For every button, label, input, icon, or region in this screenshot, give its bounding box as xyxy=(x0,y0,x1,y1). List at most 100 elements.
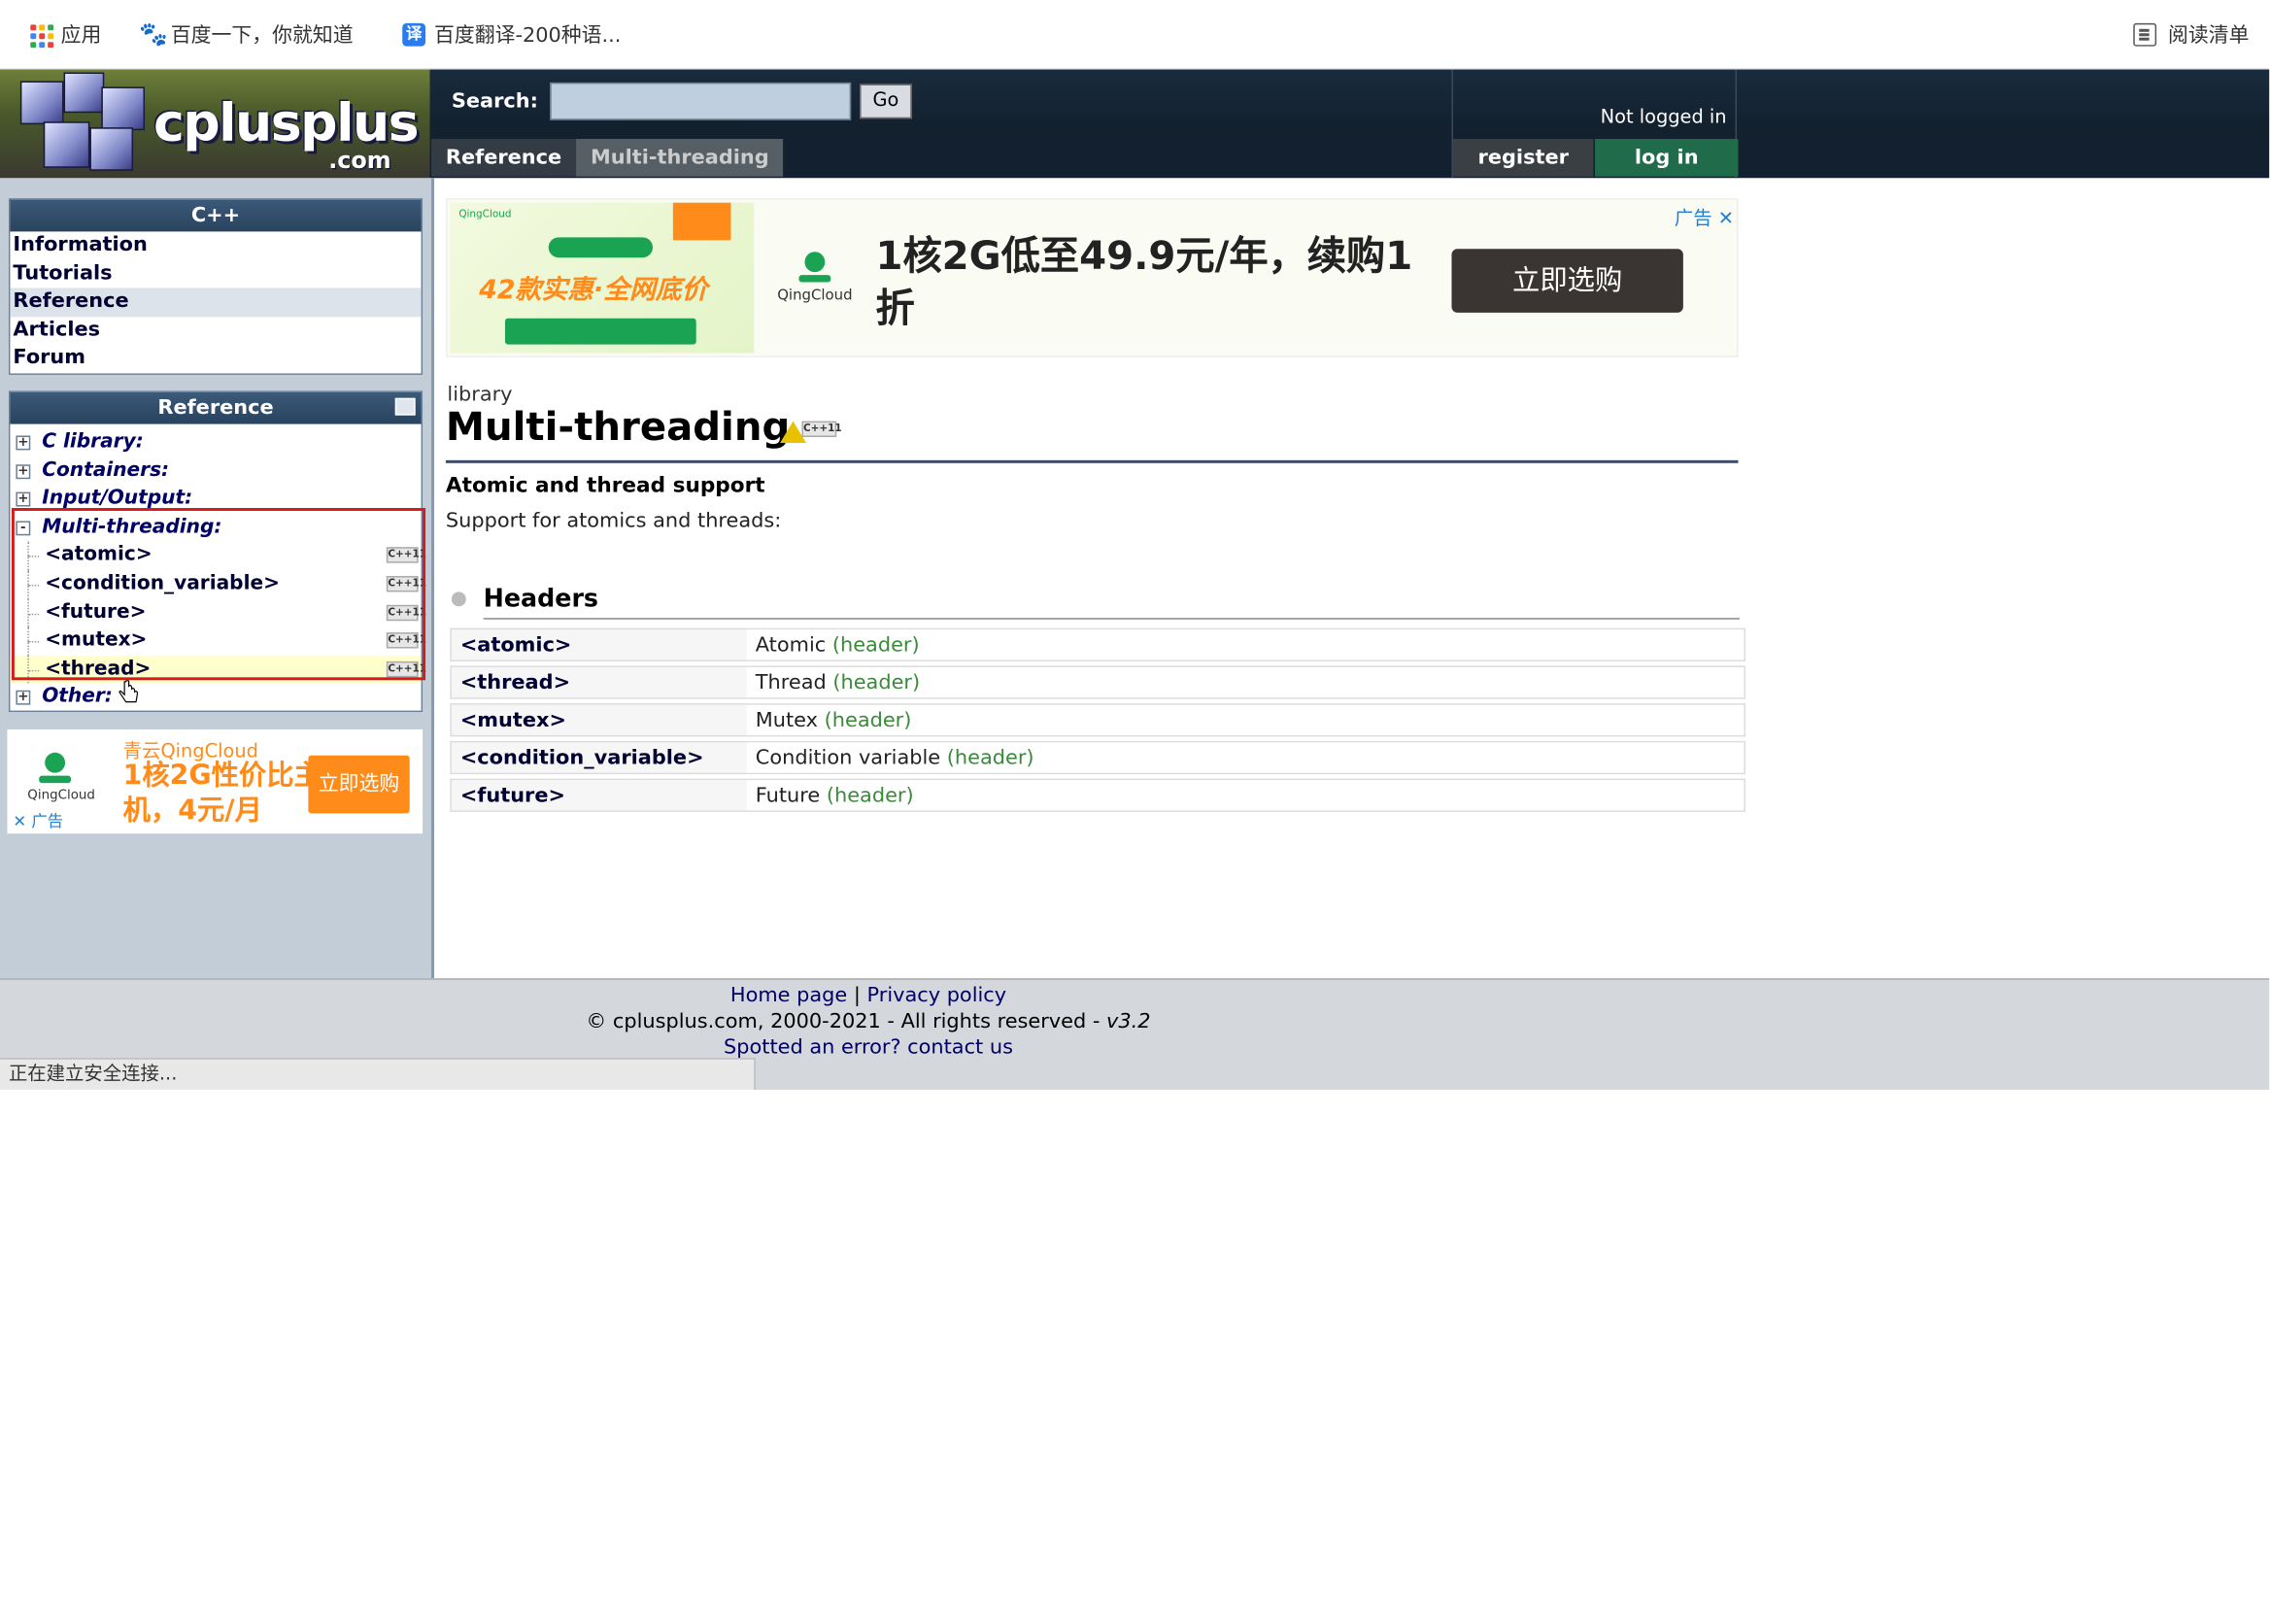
sidebar-ad[interactable]: QingCloud 青云QingCloud 1核2G性价比主机，4元/月 立即选… xyxy=(7,728,424,834)
header-description: Condition variable (header) xyxy=(746,740,1745,775)
header-kind: (header) xyxy=(824,708,912,732)
title-divider xyxy=(445,459,1739,463)
login-button[interactable]: log in xyxy=(1594,139,1739,177)
baidu-translate-icon: 译 xyxy=(402,22,426,47)
header-link[interactable]: <future> xyxy=(450,778,747,812)
bookmark-baidu-translate[interactable]: 译 百度翻译-200种语... xyxy=(402,20,621,50)
tree-group-label: Other: xyxy=(42,685,113,709)
tree-group-c-library[interactable]: + C library: xyxy=(10,428,421,457)
sidebar-item-tutorials[interactable]: Tutorials xyxy=(10,260,421,288)
reference-nav-title-text: Reference xyxy=(157,396,274,421)
qingcloud-logo: QingCloud xyxy=(27,752,95,811)
header-description: Thread (header) xyxy=(746,665,1745,699)
tab-reference[interactable]: Reference xyxy=(431,139,577,177)
home-page-link[interactable]: Home page xyxy=(730,984,847,1007)
sidebar-item-articles[interactable]: Articles xyxy=(10,317,421,345)
book-icon[interactable] xyxy=(394,397,416,416)
tree-group-other[interactable]: + Other: xyxy=(10,684,421,712)
highlight-box xyxy=(11,507,426,681)
logo-cube-icon xyxy=(43,121,90,168)
top-ad-banner[interactable]: QingCloud 42款实惠·全网底价 QingCloud 1核2G低至49.… xyxy=(445,198,1739,358)
apps-grid-icon xyxy=(29,23,54,49)
ad-orange-block xyxy=(672,202,731,241)
bookmarks-bar: 应用 🐾 百度一下，你就知道 译 百度翻译-200种语... 阅读清单 xyxy=(0,0,2270,70)
register-button[interactable]: register xyxy=(1452,139,1594,177)
ad-buy-button[interactable]: 立即选购 xyxy=(1451,249,1683,313)
tab-multi-threading[interactable]: Multi-threading xyxy=(576,139,784,177)
copyright-text: © cplusplus.com, 2000-2021 - All rights … xyxy=(586,1010,1107,1033)
sidebar-item-forum[interactable]: Forum xyxy=(10,345,421,373)
bookmark-label: 应用 xyxy=(60,24,102,49)
qingcloud-logo: QingCloud xyxy=(774,252,855,304)
hand-cursor-icon xyxy=(119,680,139,703)
version-text: v3.2 xyxy=(1106,1010,1151,1033)
reading-list-button[interactable]: 阅读清单 xyxy=(2133,20,2249,50)
cpp11-warning-badge: C++11 xyxy=(780,419,842,445)
privacy-policy-link[interactable]: Privacy policy xyxy=(867,984,1007,1007)
search-go-button[interactable]: Go xyxy=(860,84,912,119)
header-kind: (header) xyxy=(826,783,914,807)
qingcloud-mini-logo: QingCloud xyxy=(458,208,512,220)
search-label: Search: xyxy=(451,89,538,114)
header-description: Mutex (header) xyxy=(746,703,1745,737)
cpp11-badge: C++11 xyxy=(801,421,842,437)
reading-list-icon xyxy=(2133,22,2157,47)
expand-icon[interactable]: + xyxy=(16,491,31,507)
ad-promo-image: QingCloud 42款实惠·全网底价 xyxy=(450,202,755,354)
login-status: Not logged in xyxy=(1600,107,1727,129)
site-logo[interactable]: cplusplus .com xyxy=(0,69,430,179)
logo-cube-icon xyxy=(89,127,134,171)
ad-img-headline: 42款实惠·全网底价 xyxy=(479,275,708,306)
bookmark-label: 百度翻译-200种语... xyxy=(434,24,622,49)
qingcloud-logo-text: QingCloud xyxy=(777,288,853,304)
browser-status-bar: 正在建立安全连接... xyxy=(0,1058,756,1090)
section-description: Support for atomics and threads: xyxy=(445,509,782,533)
sidebar-item-reference[interactable]: Reference xyxy=(10,288,422,317)
headers-heading: Headers xyxy=(451,585,598,614)
header-link[interactable]: <atomic> xyxy=(450,627,747,661)
tree-group-containers[interactable]: + Containers: xyxy=(10,457,421,485)
cpp-nav-box: C++ Information Tutorials Reference Arti… xyxy=(8,198,424,375)
page-kicker: library xyxy=(447,383,513,407)
header-link[interactable]: <mutex> xyxy=(450,703,747,737)
logo-domain: .com xyxy=(328,146,391,174)
header-description: Atomic (header) xyxy=(746,627,1745,661)
expand-icon[interactable]: + xyxy=(16,691,31,706)
footer-separator: | xyxy=(847,984,867,1008)
expand-icon[interactable]: + xyxy=(16,463,31,479)
ad-close-tag[interactable]: 广告 ✕ xyxy=(1675,203,1734,230)
header-link[interactable]: <thread> xyxy=(450,665,747,699)
logo-cube-icon xyxy=(101,86,145,131)
header-kind: (header) xyxy=(946,746,1034,769)
header-link[interactable]: <condition_variable> xyxy=(450,740,747,775)
ad-title: 1核2G低至49.9元/年，续购1折 xyxy=(875,234,1413,332)
header-desc-text: Mutex xyxy=(755,708,818,732)
logo-cube-icon xyxy=(19,81,64,125)
header-description: Future (header) xyxy=(746,778,1745,812)
bookmark-apps[interactable]: 应用 xyxy=(29,20,102,50)
table-row: <future> Future (header) xyxy=(450,778,1745,812)
table-row: <mutex> Mutex (header) xyxy=(450,703,1745,737)
header-desc-text: Condition variable xyxy=(755,746,941,769)
tree-group-label: C library: xyxy=(42,429,144,454)
header-desc-text: Thread xyxy=(755,670,827,694)
header-kind: (header) xyxy=(832,670,921,694)
bookmark-baidu[interactable]: 🐾 百度一下，你就知道 xyxy=(139,20,354,50)
ad-close-tag[interactable]: ✕ 广告 xyxy=(13,809,63,832)
header-desc-text: Atomic xyxy=(755,632,827,657)
table-row: <thread> Thread (header) xyxy=(450,665,1745,699)
contact-us-link[interactable]: Spotted an error? contact us xyxy=(724,1036,1013,1060)
cpp-nav-title: C++ xyxy=(10,199,422,232)
bookmark-label: 百度一下，你就知道 xyxy=(170,24,354,49)
page-title: Multi-threading xyxy=(445,405,791,451)
sidebar-item-information[interactable]: Information xyxy=(10,231,421,259)
qingcloud-logo-text: QingCloud xyxy=(27,789,95,803)
ad-green-bar xyxy=(505,318,696,345)
expand-icon[interactable]: + xyxy=(16,435,31,451)
breadcrumb-tabs: Reference Multi-threading xyxy=(431,139,784,177)
header-kind: (header) xyxy=(831,632,920,657)
logo-text: cplusplus xyxy=(152,93,420,153)
tree-group-label: Containers: xyxy=(42,457,170,482)
search-input[interactable] xyxy=(550,82,852,120)
ad-buy-button[interactable]: 立即选购 xyxy=(308,755,410,814)
